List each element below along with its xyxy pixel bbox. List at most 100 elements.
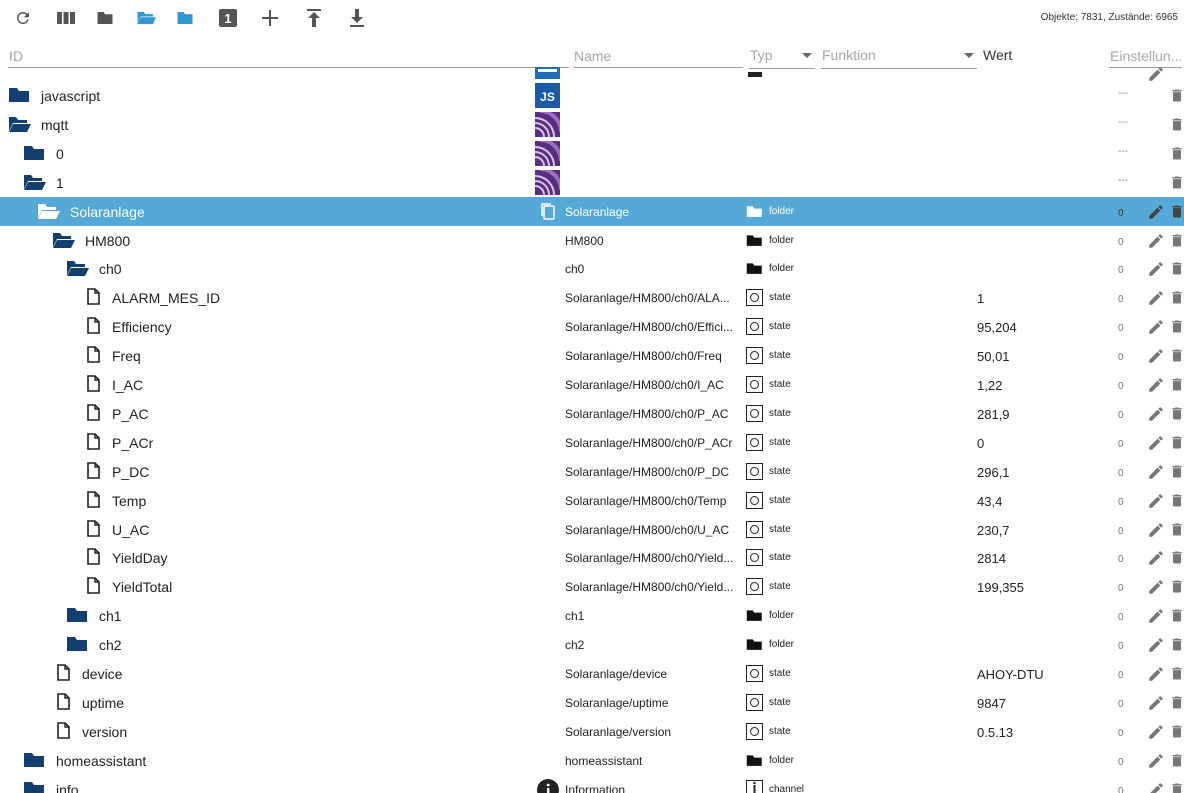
settings-count[interactable]: 0 [1118,265,1124,276]
delete-icon[interactable] [1169,664,1184,683]
edit-icon[interactable] [1147,607,1165,625]
table-row[interactable]: device Solaranlage/device state AHOY-DTU 0 [0,659,1184,688]
delete-icon[interactable] [1169,231,1184,250]
delete-icon[interactable] [1169,491,1184,510]
table-row[interactable]: P_AC Solaranlage/HM800/ch0/P_AC state 281,9… [0,399,1184,428]
object-value[interactable]: 1 [977,291,984,306]
settings-count[interactable]: 0 [1118,670,1124,681]
settings-filter-input[interactable] [1109,44,1182,68]
object-value[interactable]: 50,01 [977,349,1010,364]
object-value[interactable]: 296,1 [977,465,1010,480]
delete-icon[interactable] [1169,144,1184,163]
delete-icon[interactable] [1169,259,1184,278]
table-row[interactable]: homeassistant homeassistant folder 0 [0,746,1184,775]
settings-count[interactable]: 0 [1118,208,1124,219]
table-row[interactable]: Freq Solaranlage/HM800/ch0/Freq state 50,01… [0,341,1184,370]
delete-icon[interactable] [1169,86,1184,105]
settings-count[interactable]: 0 [1118,381,1124,392]
columns-icon[interactable] [52,6,80,30]
folder-icon[interactable] [23,752,47,769]
delete-icon[interactable] [1169,780,1184,793]
table-row[interactable]: P_ACr Solaranlage/HM800/ch0/P_ACr state 0 0 [0,428,1184,457]
delete-icon[interactable] [1169,635,1184,654]
folder-icon[interactable] [23,145,47,162]
upload-icon[interactable] [300,6,328,30]
edit-icon[interactable] [1147,463,1165,481]
delete-icon[interactable] [1169,606,1184,625]
folder-icon[interactable] [91,6,119,30]
settings-count[interactable]: 0 [1118,237,1124,248]
folder-icon[interactable] [23,781,47,793]
edit-icon[interactable] [1147,260,1165,278]
edit-icon[interactable] [1147,434,1165,452]
object-value[interactable]: 0.5.13 [977,725,1013,740]
table-row[interactable]: Solaranlage Solaranlage folder 0 [0,196,1184,226]
copy-icon[interactable] [539,202,555,220]
settings-count[interactable]: 0 [1118,699,1124,710]
edit-icon[interactable] [1147,549,1165,567]
folder-icon[interactable] [8,87,32,104]
delete-icon[interactable] [1169,433,1184,452]
edit-icon[interactable] [1147,665,1165,683]
download-icon[interactable] [343,6,371,30]
table-row[interactable]: version Solaranlage/version state 0.5.13 0 [0,717,1184,746]
settings-count[interactable]: 0 [1118,641,1124,652]
table-row[interactable]: P_DC Solaranlage/HM800/ch0/P_DC state 296,1… [0,457,1184,486]
settings-count[interactable]: 0 [1118,468,1124,479]
object-value[interactable]: 43,4 [977,494,1002,509]
settings-count[interactable]: 0 [1118,323,1124,334]
edit-icon[interactable] [1147,318,1165,336]
table-row[interactable]: ALARM_MES_ID Solaranlage/HM800/ch0/ALA...… [0,283,1184,312]
delete-icon[interactable] [1169,577,1184,596]
settings-count[interactable]: 0 [1118,554,1124,565]
object-value[interactable]: 95,204 [977,320,1017,335]
folder-open-icon[interactable] [37,203,61,220]
object-value[interactable]: 281,9 [977,407,1010,422]
folder-icon[interactable] [66,636,90,653]
settings-count[interactable]: 0 [1118,728,1124,739]
settings-count[interactable]: 0 [1118,786,1124,793]
edit-icon[interactable] [1147,405,1165,423]
folder-open-icon[interactable] [8,116,32,133]
delete-icon[interactable] [1169,693,1184,712]
settings-count[interactable]: 0 [1118,410,1124,421]
delete-icon[interactable] [1169,173,1184,192]
folder-open-icon[interactable] [52,232,76,249]
edit-icon[interactable] [1147,781,1165,793]
delete-icon[interactable] [1169,375,1184,394]
object-value[interactable]: 0 [977,436,984,451]
number-one-icon[interactable]: 1 [214,6,242,30]
edit-icon[interactable] [1147,694,1165,712]
table-row[interactable]: I_AC Solaranlage/HM800/ch0/I_AC state 1,22 0 [0,370,1184,399]
edit-icon[interactable] [1147,376,1165,394]
table-row[interactable]: ch1 ch1 folder 0 [0,601,1184,630]
edit-icon[interactable] [1147,492,1165,510]
table-row[interactable]: 1 --- [0,168,1184,197]
folder-open-icon[interactable] [132,6,160,30]
table-row[interactable]: ch2 ch2 folder 0 [0,630,1184,659]
settings-count[interactable]: 0 [1118,439,1124,450]
edit-icon[interactable] [1147,521,1165,539]
table-row[interactable]: Efficiency Solaranlage/HM800/ch0/Effici..… [0,312,1184,341]
table-row[interactable]: Temp Solaranlage/HM800/ch0/Temp state 43,4 0 [0,486,1184,515]
edit-icon[interactable] [1147,636,1165,654]
object-value[interactable]: 9847 [977,696,1006,711]
edit-icon[interactable] [1147,752,1165,770]
delete-icon[interactable] [1169,520,1184,539]
table-row[interactable]: javascript JS --- [0,81,1184,110]
object-value[interactable]: AHOY-DTU [977,667,1044,682]
settings-count[interactable]: 0 [1118,757,1124,768]
folder-icon[interactable] [66,607,90,624]
settings-count[interactable]: 0 [1118,497,1124,508]
table-row[interactable]: mqtt --- [0,110,1184,139]
table-row[interactable]: info Information channel 0 [0,775,1184,793]
delete-icon[interactable] [1169,202,1184,221]
folder-open-icon[interactable] [66,260,90,277]
table-row[interactable]: 0 --- [0,139,1184,168]
edit-icon[interactable] [1147,347,1165,365]
settings-count[interactable]: 0 [1118,352,1124,363]
folder-open-icon[interactable] [23,174,47,191]
edit-icon[interactable] [1147,232,1165,250]
delete-icon[interactable] [1169,115,1184,134]
edit-icon[interactable] [1147,723,1165,741]
